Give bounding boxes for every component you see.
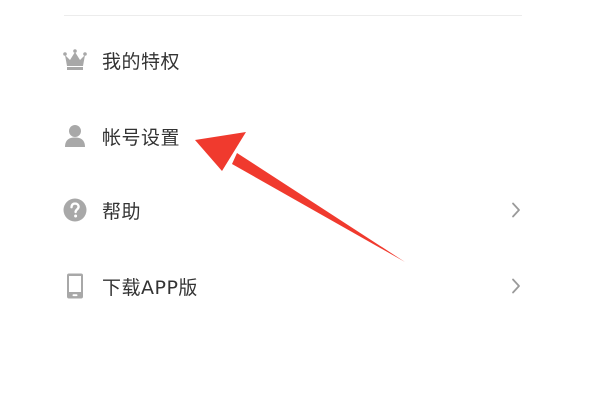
menu-item-label: 帐号设置 — [102, 126, 181, 149]
menu-page: 我的特权 帐号设置 帮助 下载APP版 — [0, 0, 600, 400]
crown-icon — [62, 47, 88, 73]
menu-item-privileges[interactable]: 我的特权 — [62, 38, 524, 82]
menu-item-account-settings[interactable]: 帐号设置 — [62, 114, 524, 158]
user-icon — [62, 123, 88, 149]
menu-item-label: 帮助 — [102, 200, 142, 223]
menu-item-help[interactable]: 帮助 — [62, 188, 524, 232]
top-divider — [64, 15, 522, 16]
help-icon — [62, 197, 88, 223]
chevron-right-icon — [508, 200, 524, 220]
menu-item-label: 下载APP版 — [102, 276, 198, 299]
menu-item-download-app[interactable]: 下载APP版 — [62, 264, 524, 308]
menu-item-label: 我的特权 — [102, 50, 181, 73]
chevron-right-icon — [508, 276, 524, 296]
phone-icon — [62, 273, 88, 299]
